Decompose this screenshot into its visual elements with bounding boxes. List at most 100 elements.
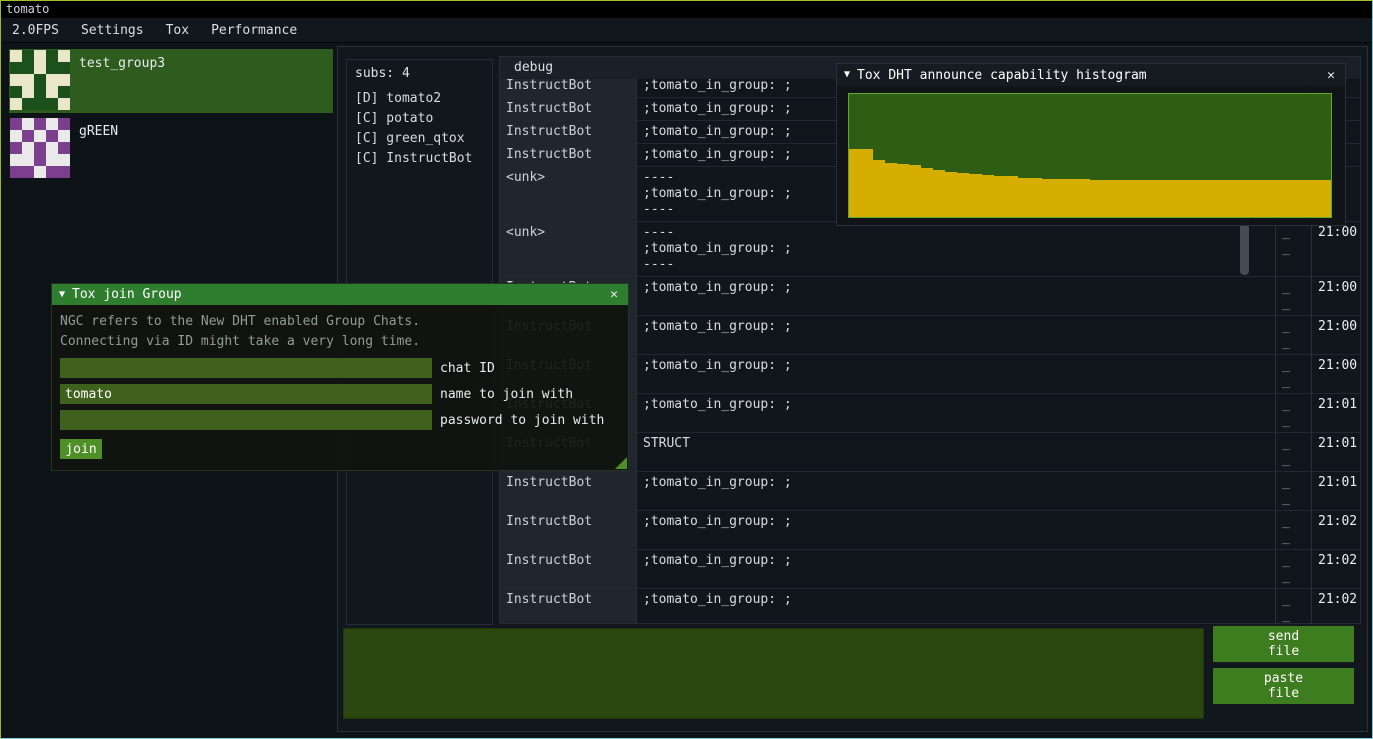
avatar-pixel	[58, 142, 70, 154]
histogram-bar	[1295, 180, 1307, 217]
chat-row[interactable]: InstructBot;tomato_in_group: ;_ _21:02	[500, 550, 1360, 589]
histogram-bar	[897, 164, 909, 217]
chat-message: ;tomato_in_group: ;	[637, 394, 1276, 432]
app-window: tomato 2.0FPSSettingsToxPerformance test…	[0, 0, 1373, 739]
histogram-bar	[1114, 180, 1126, 217]
avatar-pixel	[10, 142, 22, 154]
chat-flags: _ _	[1276, 550, 1312, 588]
avatar-pixel	[46, 130, 58, 142]
chat-name: InstructBot	[500, 589, 637, 623]
avatar-pixel	[10, 74, 22, 86]
chat-message: ---- ;tomato_in_group: ; ----	[637, 222, 1276, 276]
histogram-bar	[885, 163, 897, 217]
histogram-bar	[1210, 180, 1222, 217]
chat-row[interactable]: InstructBot;tomato_in_group: ;_ _21:01	[500, 472, 1360, 511]
message-input[interactable]	[343, 628, 1204, 719]
avatar-pixel	[46, 166, 58, 178]
histogram-bar	[921, 168, 933, 217]
close-icon[interactable]: ✕	[1324, 68, 1338, 83]
join-input-chat-id[interactable]	[60, 358, 432, 378]
chat-row[interactable]: InstructBot;tomato_in_group: ;_ _21:02	[500, 511, 1360, 550]
join-hints: NGC refers to the New DHT enabled Group …	[60, 312, 620, 352]
titlebar: tomato	[1, 1, 1372, 18]
menu-item-2-0fps[interactable]: 2.0FPS	[1, 20, 70, 41]
histogram-bar	[1054, 179, 1066, 217]
chat-time: 21:00	[1312, 355, 1360, 393]
histogram-bar	[909, 165, 921, 217]
histogram-bar	[1138, 180, 1150, 217]
member-item[interactable]: [C] green_qtox	[355, 129, 484, 149]
member-item[interactable]: [C] potato	[355, 109, 484, 129]
avatar-pixel	[22, 142, 34, 154]
subs-count: subs: 4	[347, 60, 492, 83]
chat-flags: _ _	[1276, 511, 1312, 549]
join-field-row: name to join with	[60, 384, 620, 404]
chat-row[interactable]: <unk>---- ;tomato_in_group: ; ----_ _21:…	[500, 222, 1360, 277]
chat-name: <unk>	[500, 222, 637, 276]
chat-time: 21:00	[1312, 222, 1360, 276]
chat-row[interactable]: InstructBot;tomato_in_group: ;_ _21:00	[500, 277, 1360, 316]
histogram-bar	[1066, 179, 1078, 217]
histogram-bar	[1078, 179, 1090, 217]
chat-message: ;tomato_in_group: ;	[637, 511, 1276, 549]
chat-message: ;tomato_in_group: ;	[637, 472, 1276, 510]
paste-file-button[interactable]: paste file	[1213, 668, 1354, 704]
chat-row[interactable]: InstructBotSTRUCT_ _21:01	[500, 433, 1360, 472]
chat-row[interactable]: InstructBot;tomato_in_group: ;_ _21:02	[500, 589, 1360, 623]
member-item[interactable]: [D] tomato2	[355, 89, 484, 109]
avatar-pixel	[58, 166, 70, 178]
avatar-pixel	[10, 154, 22, 166]
collapse-icon[interactable]: ▼	[59, 290, 65, 300]
group-item-green[interactable]: gREEN	[9, 117, 333, 181]
join-button[interactable]: join	[60, 439, 102, 459]
chat-time: 21:01	[1312, 433, 1360, 471]
avatar-pixel	[58, 130, 70, 142]
histogram-bar	[1259, 180, 1271, 217]
avatar-pixel	[34, 62, 46, 74]
group-name: gREEN	[79, 118, 118, 139]
chat-time: 21:02	[1312, 589, 1360, 623]
chat-row[interactable]: InstructBot;tomato_in_group: ;_ _21:00	[500, 355, 1360, 394]
avatar-pixel	[22, 154, 34, 166]
avatar-pixel	[10, 130, 22, 142]
avatar-pixel	[58, 154, 70, 166]
resize-grip-icon[interactable]	[615, 457, 627, 469]
join-input-password-to-join-with[interactable]	[60, 410, 432, 430]
collapse-icon[interactable]: ▼	[844, 70, 850, 80]
avatar-pixel	[34, 154, 46, 166]
chat-flags: _ _	[1276, 355, 1312, 393]
chat-row[interactable]: InstructBot;tomato_in_group: ;_ _21:00	[500, 316, 1360, 355]
chat-name: InstructBot	[500, 511, 637, 549]
join-input-name-to-join-with[interactable]	[60, 384, 432, 404]
join-window-body: NGC refers to the New DHT enabled Group …	[52, 305, 628, 466]
window-title: tomato	[6, 2, 49, 16]
chat-name: InstructBot	[500, 79, 637, 97]
member-item[interactable]: [C] InstructBot	[355, 149, 484, 169]
avatar-pixel	[46, 62, 58, 74]
avatar-pixel	[46, 142, 58, 154]
menu-item-settings[interactable]: Settings	[70, 20, 155, 41]
avatar-pixel	[46, 86, 58, 98]
histogram-window-titlebar[interactable]: ▼ Tox DHT announce capability histogram …	[837, 64, 1345, 86]
group-item-test-group3[interactable]: test_group3	[9, 49, 333, 113]
chat-flags: _ _	[1276, 433, 1312, 471]
avatar-pixel	[34, 166, 46, 178]
menu-item-performance[interactable]: Performance	[200, 20, 308, 41]
avatar-pixel	[22, 98, 34, 110]
histogram-bar	[969, 174, 981, 217]
chat-flags: _ _	[1276, 589, 1312, 623]
close-icon[interactable]: ✕	[607, 287, 621, 302]
chat-time: 21:01	[1312, 472, 1360, 510]
avatar-pixel	[10, 166, 22, 178]
join-window-titlebar[interactable]: ▼ Tox join Group ✕	[52, 284, 628, 305]
avatar-pixel	[34, 118, 46, 130]
histogram-bar	[1030, 178, 1042, 217]
send-file-button[interactable]: send file	[1213, 626, 1354, 662]
dht-histogram-window: ▼ Tox DHT announce capability histogram …	[836, 63, 1346, 226]
histogram-bar	[1247, 180, 1259, 217]
join-hint-text: Connecting via ID might take a very long…	[60, 332, 620, 352]
chat-row[interactable]: InstructBot;tomato_in_group: ;_ _21:01	[500, 394, 1360, 433]
chat-name: InstructBot	[500, 550, 637, 588]
menu-item-tox[interactable]: Tox	[155, 20, 200, 41]
join-field-row: password to join with	[60, 410, 620, 430]
